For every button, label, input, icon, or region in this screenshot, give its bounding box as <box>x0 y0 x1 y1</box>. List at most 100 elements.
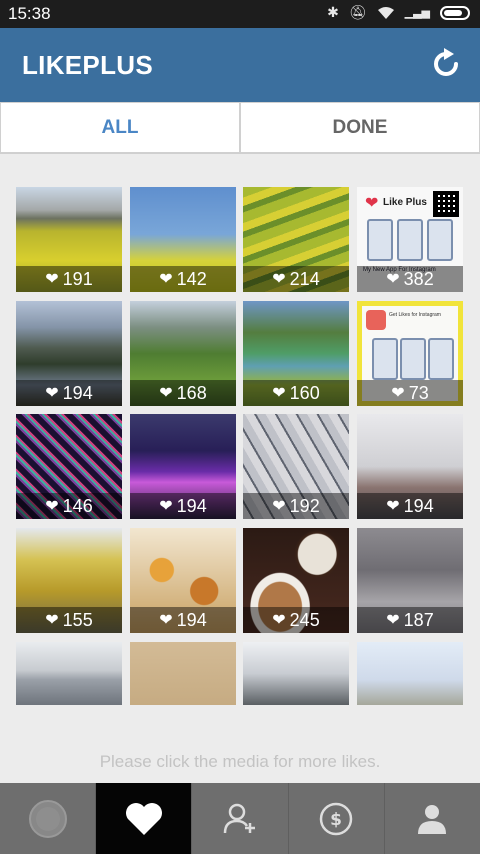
like-count: ❤ 168 <box>130 380 236 406</box>
heart-icon: ❤ <box>159 498 173 515</box>
media-tile[interactable]: ❤ 194 <box>130 528 236 633</box>
media-tile[interactable] <box>130 642 236 705</box>
like-count: ❤ 187 <box>357 607 463 633</box>
like-count: ❤ 142 <box>130 266 236 292</box>
promo-title: Get Likes for Instagram <box>389 312 441 318</box>
media-tile[interactable]: ❤ 194 <box>357 414 463 519</box>
like-count-value: 192 <box>289 495 320 516</box>
phone-mockup <box>367 219 393 261</box>
wifi-icon <box>377 6 394 19</box>
like-count: ❤ 73 <box>357 380 463 406</box>
like-count: ❤ 194 <box>16 380 122 406</box>
like-count-value: 160 <box>289 382 320 403</box>
media-tile[interactable]: ❤ Like Plus My New App For Instagram ❤ 382 <box>357 187 463 292</box>
media-tile[interactable]: ❤ 192 <box>243 414 349 519</box>
heart-icon: ❤ <box>159 271 173 288</box>
like-count-value: 191 <box>62 268 93 289</box>
like-count-value: 73 <box>408 382 429 403</box>
media-tile[interactable] <box>357 642 463 705</box>
like-count: ❤ 194 <box>130 607 236 633</box>
like-count: ❤ 214 <box>243 266 349 292</box>
media-tile[interactable]: ❤ 194 <box>16 301 122 406</box>
like-count: ❤ 155 <box>16 607 122 633</box>
media-tile[interactable] <box>16 642 122 705</box>
nav-coins[interactable]: $ <box>289 783 385 854</box>
tab-all[interactable]: ALL <box>0 102 240 153</box>
mute-icon: 🔕︎ <box>348 4 367 20</box>
media-tile[interactable]: ❤ 245 <box>243 528 349 633</box>
media-tile[interactable]: ❤ 194 <box>130 414 236 519</box>
like-count-value: 168 <box>176 382 207 403</box>
media-grid: ❤ 191 ❤ 142 ❤ 214 ❤ Like Plus My New App For Ins… <box>16 187 463 705</box>
like-count-value: 382 <box>403 268 434 289</box>
like-count-value: 194 <box>176 495 207 516</box>
like-count-value: 194 <box>176 609 207 630</box>
like-count-value: 194 <box>62 382 93 403</box>
qr-code-icon <box>433 191 459 217</box>
nav-profile[interactable] <box>385 783 480 854</box>
like-count: ❤ 245 <box>243 607 349 633</box>
media-tile[interactable]: ❤ 146 <box>16 414 122 519</box>
like-count: ❤ 194 <box>357 493 463 519</box>
tab-done[interactable]: DONE <box>240 102 480 153</box>
heart-icon: ❤ <box>159 612 173 629</box>
like-count: ❤ 382 <box>357 266 463 292</box>
media-thumbnail <box>243 642 349 705</box>
like-count-value: 245 <box>289 609 320 630</box>
media-tile[interactable]: ❤ 160 <box>243 301 349 406</box>
cloud-heart-icon <box>366 310 386 330</box>
status-time: 15:38 <box>8 4 51 23</box>
app-bar: LIKEPLUS <box>0 28 480 102</box>
heart-icon: ❤ <box>272 271 286 288</box>
heart-icon: ❤ <box>45 498 59 515</box>
heart-icon: ❤ <box>386 612 400 629</box>
bluetooth-icon: ✱ <box>327 4 339 20</box>
media-tile[interactable]: ❤ 155 <box>16 528 122 633</box>
like-count: ❤ 194 <box>130 493 236 519</box>
media-tile[interactable]: ❤ 214 <box>243 187 349 292</box>
nav-likes[interactable] <box>96 783 193 854</box>
heart-icon: ❤ <box>272 385 286 402</box>
status-icons: ✱ 🔕︎ ▁▃▅ <box>327 4 470 21</box>
battery-icon <box>440 5 470 20</box>
heart-icon <box>125 802 162 835</box>
media-thumbnail <box>357 642 463 705</box>
like-count-value: 142 <box>176 268 207 289</box>
promo-title: Like Plus <box>383 197 427 208</box>
phone-mockup <box>400 338 426 380</box>
heart-icon: ❤ <box>386 271 400 288</box>
heart-icon: ❤ <box>272 498 286 515</box>
heart-icon: ❤ <box>365 195 379 212</box>
status-bar: 15:38 ✱ 🔕︎ ▁▃▅ <box>0 0 480 28</box>
nav-follow[interactable] <box>192 783 289 854</box>
hint-text: Please click the media for more likes. <box>99 752 381 771</box>
nav-record[interactable] <box>0 783 97 854</box>
heart-icon: ❤ <box>272 612 286 629</box>
record-circle-icon <box>28 799 67 838</box>
coin-icon: $ <box>319 802 353 835</box>
bottom-nav: $ <box>0 783 480 854</box>
add-follower-icon <box>223 803 255 833</box>
media-tile[interactable] <box>243 642 349 705</box>
phone-mockup <box>372 338 398 380</box>
heart-icon: ❤ <box>45 271 59 288</box>
like-count-value: 194 <box>403 495 434 516</box>
heart-icon: ❤ <box>45 385 59 402</box>
signal-icon: ▁▃▅ <box>404 7 430 19</box>
media-tile[interactable]: ❤ 168 <box>130 301 236 406</box>
media-tile[interactable]: ❤ 187 <box>357 528 463 633</box>
heart-icon: ❤ <box>159 385 173 402</box>
media-thumbnail <box>130 642 236 705</box>
media-tile[interactable]: Get Likes for Instagram ❤ 73 <box>357 301 463 406</box>
profile-icon <box>418 804 447 834</box>
svg-text:$: $ <box>330 810 342 830</box>
media-tile[interactable]: ❤ 142 <box>130 187 236 292</box>
refresh-icon[interactable] <box>428 46 464 82</box>
media-thumbnail <box>16 642 122 705</box>
like-count-value: 146 <box>62 495 93 516</box>
media-tile[interactable]: ❤ 191 <box>16 187 122 292</box>
like-count-value: 155 <box>62 609 93 630</box>
heart-icon: ❤ <box>45 612 59 629</box>
app-title: LIKEPLUS <box>22 50 153 80</box>
like-count: ❤ 192 <box>243 493 349 519</box>
